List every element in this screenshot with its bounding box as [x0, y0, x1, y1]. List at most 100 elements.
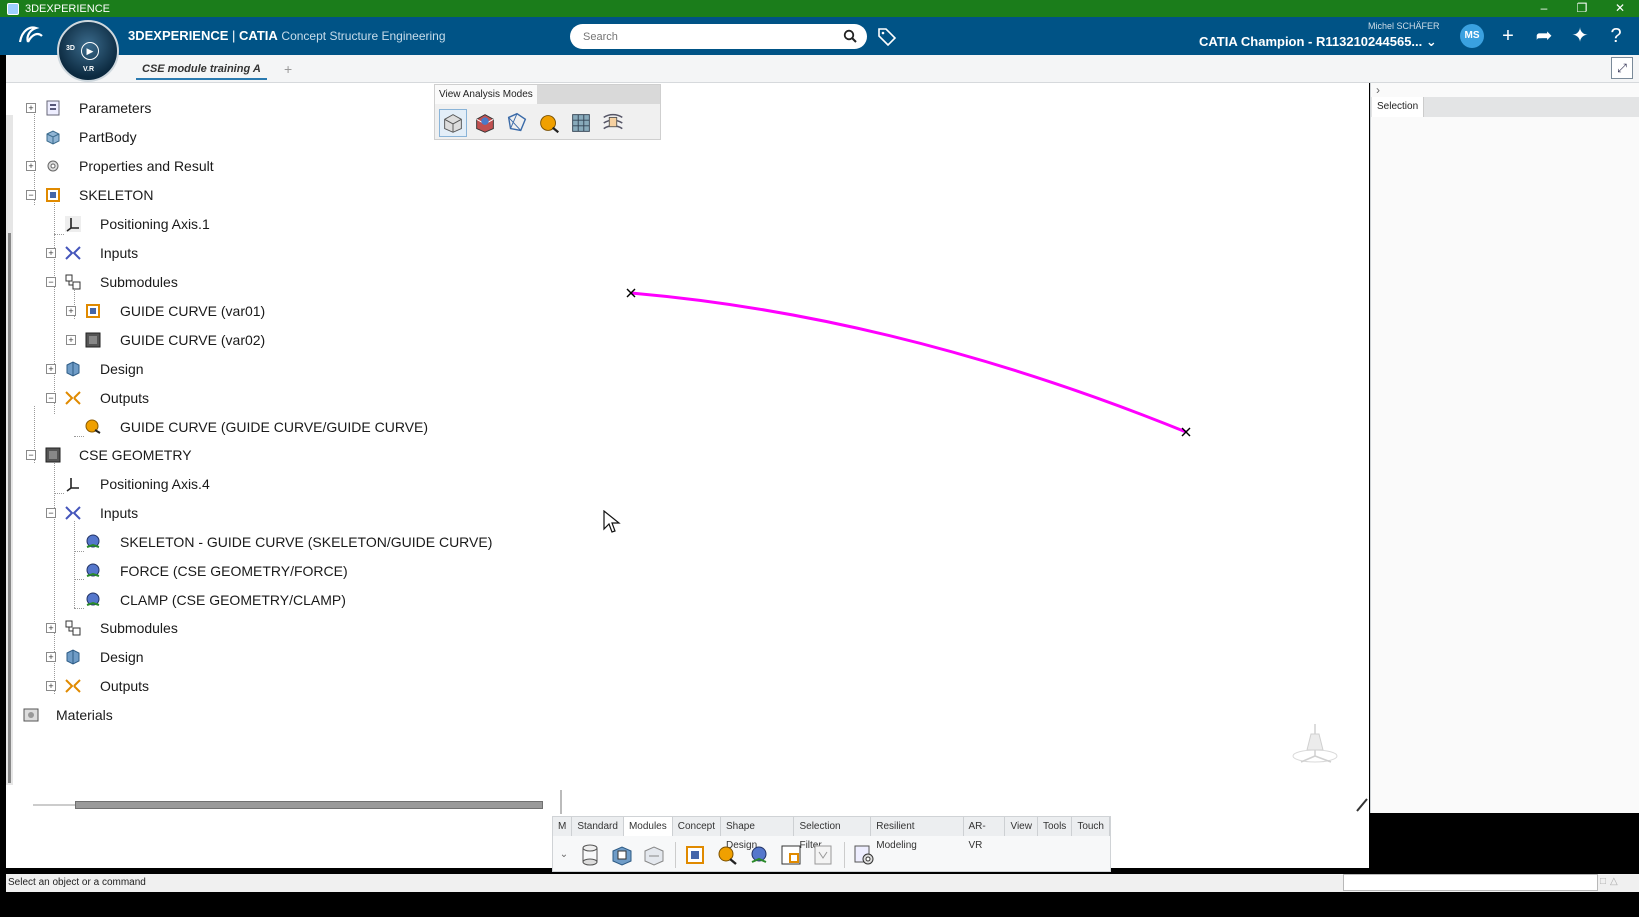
module-instance-icon[interactable] — [609, 842, 635, 868]
close-icon[interactable]: ✕ — [1601, 0, 1639, 17]
collapse-icon[interactable]: − — [26, 450, 36, 460]
publication-mode-icon[interactable] — [535, 109, 563, 137]
tab-view[interactable]: View — [1005, 817, 1038, 836]
material-mode-icon[interactable] — [471, 109, 499, 137]
new-module-icon[interactable] — [682, 842, 708, 868]
ds-logo-icon[interactable] — [16, 22, 44, 54]
module-icon — [86, 304, 100, 318]
wireframe-mode-icon[interactable] — [503, 109, 531, 137]
expand-icon[interactable]: + — [66, 335, 76, 345]
panel-sash[interactable] — [560, 790, 562, 814]
search-icon[interactable] — [843, 29, 857, 43]
compass-widget[interactable]: 3D ▶ V.R — [57, 20, 119, 82]
expand-icon[interactable]: + — [66, 306, 76, 316]
analysis-mode-icon[interactable] — [599, 109, 627, 137]
shading-mode-icon[interactable] — [439, 109, 467, 137]
replace-module-icon[interactable] — [810, 842, 836, 868]
role-name: Concept Structure Engineering — [281, 29, 446, 43]
tag-icon[interactable] — [877, 26, 897, 46]
expand-icon[interactable]: + — [46, 364, 56, 374]
mesh-mode-icon[interactable] — [567, 109, 595, 137]
tree-connector — [54, 493, 64, 494]
collapse-icon[interactable]: − — [46, 508, 56, 518]
minimize-icon[interactable]: – — [1525, 0, 1563, 17]
tree-node-label: Positioning Axis.1 — [100, 216, 210, 232]
add-icon[interactable]: + — [1496, 24, 1520, 48]
input-icon[interactable] — [746, 842, 772, 868]
module-dark-icon — [45, 447, 61, 463]
header-actions: MS + ➦ ✦ ? — [1460, 24, 1628, 48]
toolbar-title-bar[interactable] — [537, 85, 660, 104]
design-icon — [66, 361, 80, 377]
tab-ar-vr[interactable]: AR-VR — [963, 817, 1006, 851]
tree-horizontal-scrollbar[interactable] — [33, 800, 543, 810]
inputs-icon — [65, 506, 81, 520]
apps-icon[interactable]: ✦ — [1568, 24, 1592, 48]
tab-document[interactable]: CSE module training A — [136, 58, 267, 80]
tab-selection[interactable]: Selection — [1372, 97, 1425, 117]
partbody-icon — [46, 130, 60, 145]
warning-icon[interactable]: △ — [1610, 876, 1618, 887]
cylinder-icon[interactable] — [577, 842, 603, 868]
module-template-icon[interactable] — [641, 842, 667, 868]
expand-icon[interactable]: + — [46, 248, 56, 258]
compass-vr-label: V.R — [83, 66, 95, 73]
search-box[interactable] — [570, 24, 867, 49]
tree-connector — [74, 579, 84, 580]
tab-tools[interactable]: Tools — [1037, 817, 1073, 836]
tree-node-label: CSE GEOMETRY — [79, 447, 192, 463]
tab-m[interactable]: M — [553, 817, 573, 836]
platform-selector[interactable]: CATIA Champion - R113210244565... ⌄ — [1199, 34, 1437, 50]
tab-modules[interactable]: Modules — [623, 817, 673, 836]
module-settings-icon[interactable] — [851, 842, 877, 868]
resize-grip-icon[interactable] — [1355, 797, 1369, 813]
play-icon[interactable]: ▶ — [81, 42, 99, 60]
chevron-right-icon[interactable]: › — [1376, 83, 1380, 97]
view-analysis-modes-toolbar: View Analysis Modes — [434, 84, 661, 140]
expand-icon[interactable]: + — [46, 652, 56, 662]
submodule-icon[interactable] — [778, 842, 804, 868]
share-icon[interactable]: ➦ — [1532, 24, 1556, 48]
restore-icon[interactable]: ❐ — [1563, 0, 1601, 17]
collapse-icon[interactable]: − — [46, 393, 56, 403]
help-icon[interactable]: ? — [1604, 24, 1628, 48]
chevron-down-icon[interactable]: ⌄ — [557, 849, 571, 860]
expand-icon[interactable]: + — [26, 103, 36, 113]
brand-name: 3DEXPERIENCE — [128, 28, 229, 43]
tab-standard[interactable]: Standard — [572, 817, 624, 836]
expand-icon[interactable]: + — [46, 623, 56, 633]
input-publication-icon — [86, 534, 100, 548]
chevron-down-icon: ⌄ — [1425, 34, 1437, 49]
collapse-icon[interactable]: − — [46, 277, 56, 287]
tab-concept[interactable]: Concept — [672, 817, 721, 836]
action-bar: M Standard Modules Concept Shape Design … — [552, 816, 1111, 872]
scrollbar-thumb[interactable] — [75, 801, 543, 809]
tab-touch[interactable]: Touch — [1072, 817, 1110, 836]
fullscreen-icon[interactable]: ⤢ — [1611, 57, 1633, 79]
tab-selection-filter[interactable]: Selection Filter — [794, 817, 872, 851]
tab-resilient-modeling[interactable]: Resilient Modeling — [871, 817, 964, 851]
add-tab-icon[interactable]: + — [284, 58, 292, 80]
command-input[interactable] — [1343, 874, 1598, 891]
expand-icon[interactable]: + — [26, 161, 36, 171]
toolbar-title[interactable]: View Analysis Modes — [435, 85, 538, 104]
expand-status-icon[interactable]: □ — [1600, 876, 1606, 887]
search-input[interactable] — [583, 28, 833, 45]
tree-scrollbar[interactable] — [6, 115, 13, 785]
tree-node-label: Submodules — [100, 620, 178, 636]
tree-node-label: Positioning Axis.4 — [100, 476, 210, 492]
output-publication-icon — [85, 419, 101, 434]
module-icon — [46, 188, 60, 202]
tree-node-label: Submodules — [100, 274, 178, 290]
output-icon[interactable] — [714, 842, 740, 868]
3d-viewport[interactable] — [6, 83, 1369, 868]
tree-node-label: Inputs — [100, 245, 139, 261]
tree-scrollbar-thumb[interactable] — [8, 233, 11, 783]
tree-connector — [54, 234, 64, 235]
expand-icon[interactable]: + — [46, 681, 56, 691]
collapse-icon[interactable]: − — [26, 190, 36, 200]
tab-shape-design[interactable]: Shape Design — [721, 817, 795, 851]
orientation-compass-icon[interactable] — [1287, 714, 1343, 768]
action-bar-tabs: M Standard Modules Concept Shape Design … — [553, 817, 1110, 851]
avatar[interactable]: MS — [1460, 24, 1484, 48]
